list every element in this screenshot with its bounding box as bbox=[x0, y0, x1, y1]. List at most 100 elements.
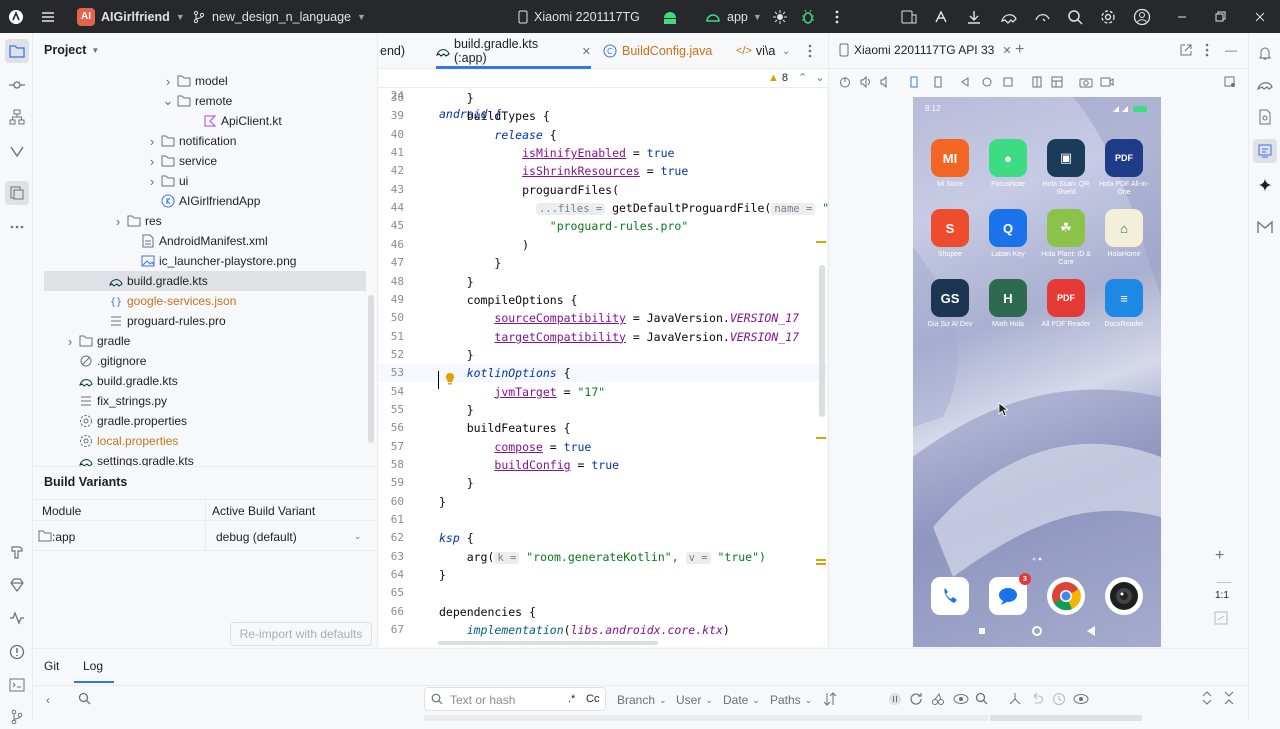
chevron-down-icon[interactable]: ⌄ bbox=[162, 93, 174, 109]
code-line[interactable]: 65 bbox=[378, 584, 828, 602]
volume-up-icon[interactable] bbox=[860, 76, 872, 88]
dock-messages-icon[interactable]: 3 bbox=[989, 573, 1031, 615]
code-line[interactable]: 56 buildFeatures { bbox=[378, 419, 828, 437]
app-icon[interactable]: Q bbox=[989, 209, 1027, 247]
tab-log[interactable]: Log bbox=[83, 659, 103, 673]
notifications-icon[interactable] bbox=[1253, 41, 1277, 65]
apply-changes-icon[interactable] bbox=[772, 0, 788, 33]
chevron-down-icon[interactable]: ⌄ bbox=[815, 69, 824, 87]
layout-inspector-icon[interactable] bbox=[1051, 76, 1063, 88]
device-screen[interactable]: 8:12 MI Mi Store ● FocusNote ▣ Hola Scan: QR … bbox=[913, 97, 1161, 647]
tab-buildconfig[interactable]: C BuildConfig.java bbox=[603, 33, 712, 69]
search-icon[interactable] bbox=[1067, 0, 1083, 33]
tree-item[interactable]: › ui bbox=[34, 171, 376, 191]
device-selector[interactable]: Xiaomi 2201117TG bbox=[518, 0, 640, 33]
tab-build-gradle[interactable]: build.gradle.kts (:app) ✕ bbox=[436, 33, 591, 69]
nav-back-icon[interactable] bbox=[1087, 626, 1095, 636]
app-icon[interactable]: PDF bbox=[1105, 139, 1143, 177]
power-icon[interactable] bbox=[839, 76, 851, 88]
tree-item[interactable]: gradle.properties bbox=[34, 411, 376, 431]
reimport-button[interactable]: Re-import with defaults bbox=[230, 622, 372, 646]
screen-record-icon[interactable] bbox=[1100, 76, 1114, 88]
ai-assist-icon[interactable] bbox=[933, 0, 951, 33]
code-line[interactable]: 57 compose = true bbox=[378, 438, 828, 456]
tree-item[interactable]: {} google-services.json bbox=[34, 291, 376, 311]
app-icon[interactable]: H bbox=[989, 279, 1027, 317]
code-line[interactable]: 55 } bbox=[378, 401, 828, 419]
tree-item[interactable]: proguard-rules.pro bbox=[34, 311, 376, 331]
expand-collapse-icon[interactable] bbox=[1201, 691, 1213, 705]
code-line[interactable]: 45 "proguard-rules.pro" bbox=[378, 217, 828, 235]
close-window-icon[interactable] bbox=[1254, 0, 1266, 33]
close-tab-icon[interactable]: ✕ bbox=[582, 45, 591, 58]
tree-item[interactable]: local.properties bbox=[34, 431, 376, 451]
lightbulb-icon[interactable] bbox=[444, 372, 456, 386]
code-line[interactable]: 42 isShrinkResources = true bbox=[378, 162, 828, 180]
tree-item[interactable]: AndroidManifest.xml bbox=[34, 231, 376, 251]
code-line[interactable]: 59 } bbox=[378, 474, 828, 492]
tab-git[interactable]: Git bbox=[44, 659, 59, 673]
zoom-actual[interactable]: 1:1 bbox=[1215, 590, 1229, 601]
code-line[interactable]: 46 ) bbox=[378, 236, 828, 254]
main-menu-icon[interactable] bbox=[40, 0, 56, 33]
gmail-m-icon[interactable] bbox=[1253, 215, 1277, 239]
close-tab-icon[interactable]: ✕ bbox=[1002, 44, 1011, 57]
code-line[interactable]: 41 isMinifyEnabled = true bbox=[378, 144, 828, 162]
sdk-manager-icon[interactable] bbox=[966, 0, 982, 33]
chevron-down-icon[interactable]: ⌄ bbox=[354, 531, 362, 542]
tabs-dropdown-icon[interactable]: ⌄ bbox=[782, 33, 790, 69]
project-panel-header[interactable]: Project ▼ bbox=[44, 43, 99, 57]
tree-item[interactable]: › service bbox=[34, 151, 376, 171]
project-switcher[interactable]: AI AIGirlfriend ▼ bbox=[77, 0, 185, 33]
preview-icon[interactable] bbox=[1073, 692, 1089, 706]
app-icon[interactable]: ⌂ bbox=[1105, 209, 1143, 247]
code-line[interactable]: 38 } bbox=[378, 89, 828, 107]
minimize-panel-icon[interactable]: — bbox=[1225, 43, 1237, 57]
zoom-in-icon[interactable]: + bbox=[1215, 547, 1224, 565]
tree-item[interactable]: ic_launcher-playstore.png bbox=[34, 251, 376, 271]
more-tools-icon[interactable] bbox=[5, 215, 29, 239]
tree-item[interactable]: › res bbox=[34, 211, 376, 231]
commit-icon[interactable] bbox=[5, 73, 29, 97]
chevron-right-icon[interactable]: › bbox=[64, 334, 76, 349]
add-device-icon[interactable]: + bbox=[1015, 41, 1024, 59]
code-line[interactable]: 47 } bbox=[378, 254, 828, 272]
filter-date[interactable]: Date ⌄ bbox=[723, 693, 760, 707]
code-line[interactable]: 51 targetCompatibility = JavaVersion.VER… bbox=[378, 328, 828, 346]
branches-icon[interactable] bbox=[1008, 692, 1022, 706]
undo-icon[interactable] bbox=[1030, 692, 1044, 706]
resource-manager-icon[interactable] bbox=[5, 139, 29, 163]
terminal-icon[interactable] bbox=[5, 673, 29, 697]
app-inspection-icon[interactable] bbox=[5, 606, 29, 630]
chevron-right-icon[interactable]: › bbox=[146, 174, 158, 189]
collapse-left-icon[interactable]: ‹ bbox=[46, 693, 50, 707]
refresh-icon[interactable] bbox=[909, 692, 923, 706]
settings-gear-icon[interactable] bbox=[1100, 0, 1116, 33]
branch-switcher[interactable]: new_design_n_language ▼ bbox=[192, 0, 366, 33]
gradle-sync-icon[interactable] bbox=[1000, 0, 1018, 33]
code-line[interactable]: 40 release { bbox=[378, 126, 828, 144]
tree-item[interactable]: .gitignore bbox=[34, 351, 376, 371]
project-tool-icon[interactable] bbox=[5, 39, 29, 63]
warnings-counter[interactable]: ▲ 8 ⌃ ⌄ bbox=[768, 69, 824, 87]
highlight-icon[interactable] bbox=[953, 692, 969, 706]
tree-item[interactable]: fix_strings.py bbox=[34, 391, 376, 411]
emulator-settings-icon[interactable] bbox=[1224, 76, 1236, 88]
android-icon[interactable] bbox=[661, 0, 679, 33]
device-manager-icon[interactable] bbox=[900, 0, 918, 33]
branch-search-icon[interactable] bbox=[78, 692, 91, 705]
regex-toggle[interactable]: .* bbox=[568, 693, 575, 705]
zoom-fit-icon[interactable] bbox=[1214, 611, 1228, 625]
tree-scrollbar[interactable] bbox=[368, 295, 374, 443]
tree-item[interactable]: › model bbox=[34, 71, 376, 91]
code-line[interactable]: 63 arg(k = "room.generateKotlin", v = "t… bbox=[378, 548, 828, 566]
code-line[interactable]: 64} bbox=[378, 566, 828, 584]
log-search-icon[interactable] bbox=[975, 692, 988, 705]
sort-icon[interactable] bbox=[823, 692, 837, 706]
history-icon[interactable] bbox=[1052, 692, 1066, 706]
app-logo-icon[interactable] bbox=[8, 0, 24, 33]
open-external-icon[interactable] bbox=[1179, 43, 1193, 57]
app-icon[interactable]: GS bbox=[931, 279, 969, 317]
chevron-right-icon[interactable]: › bbox=[162, 74, 174, 89]
app-icon[interactable]: ☘ bbox=[1047, 209, 1085, 247]
